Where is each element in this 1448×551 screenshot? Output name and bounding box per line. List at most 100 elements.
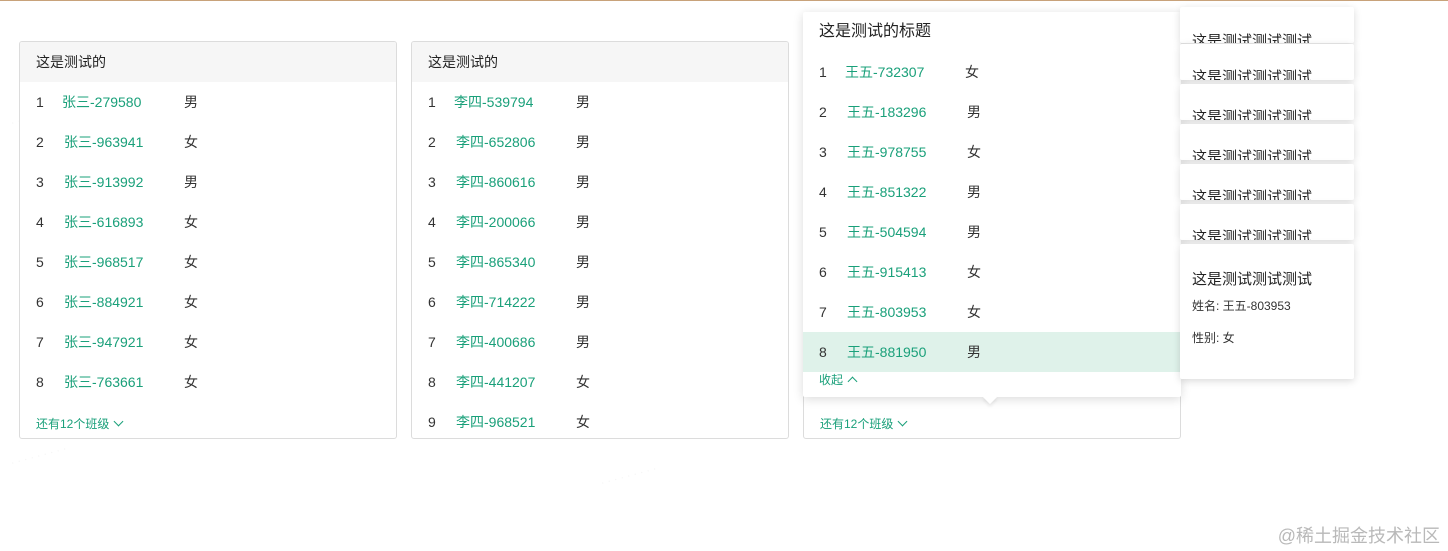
student-sex: 女 bbox=[184, 374, 198, 390]
student-name-link[interactable]: 张三-884921 bbox=[64, 282, 143, 322]
student-name-link[interactable]: 李四-968521 bbox=[456, 402, 535, 438]
card-title: 这是测试的 bbox=[20, 42, 396, 82]
student-name-link[interactable]: 李四-539794 bbox=[454, 82, 533, 122]
list-item: 3 王五-978755 女 bbox=[803, 132, 1181, 172]
student-sex: 女 bbox=[967, 144, 981, 160]
list-item: 6 张三-884921 女 bbox=[20, 282, 396, 322]
row-index: 4 bbox=[36, 214, 44, 230]
student-sex: 男 bbox=[576, 294, 590, 310]
student-name-link[interactable]: 王五-732307 bbox=[845, 52, 924, 92]
student-name-link[interactable]: 李四-441207 bbox=[456, 362, 535, 402]
tooltip-title: 这是测试测试测试 bbox=[1192, 69, 1313, 80]
student-name-link[interactable]: 王五-915413 bbox=[847, 252, 926, 292]
student-sex: 男 bbox=[967, 344, 981, 360]
row-index: 2 bbox=[428, 134, 436, 150]
list-item: 6 王五-915413 女 bbox=[803, 252, 1181, 292]
list-item: 6 李四-714222 男 bbox=[412, 282, 788, 322]
show-more-button[interactable]: 还有12个班级 bbox=[36, 415, 124, 432]
list-item: 3 李四-860616 男 bbox=[412, 162, 788, 202]
student-name-link[interactable]: 李四-714222 bbox=[456, 282, 535, 322]
row-index: 9 bbox=[428, 414, 436, 430]
student-name-link[interactable]: 李四-860616 bbox=[456, 162, 535, 202]
student-sex: 男 bbox=[576, 214, 590, 230]
chevron-down-icon bbox=[113, 416, 124, 427]
student-detail-tooltip: 这是测试测试测试 姓名: 王五-803953 性别: 女 bbox=[1180, 244, 1354, 379]
student-name-link[interactable]: 张三-279580 bbox=[62, 82, 141, 122]
tooltip-title: 这是测试测试测试 bbox=[1192, 229, 1313, 240]
tooltip-sex-line: 性别: 女 bbox=[1192, 331, 1235, 345]
student-sex: 男 bbox=[967, 104, 981, 120]
student-sex: 女 bbox=[184, 294, 198, 310]
student-sex: 男 bbox=[576, 94, 590, 110]
show-more-button[interactable]: 还有12个班级 bbox=[820, 415, 908, 432]
watermark: · · · · · · · · · bbox=[9, 443, 68, 469]
row-index: 6 bbox=[36, 294, 44, 310]
card-title: 这是测试的 bbox=[412, 42, 788, 82]
student-name-link[interactable]: 王五-978755 bbox=[847, 132, 926, 172]
row-index: 7 bbox=[428, 334, 436, 350]
list-item: 2 张三-963941 女 bbox=[20, 122, 396, 162]
student-sex: 男 bbox=[576, 174, 590, 190]
student-name-link[interactable]: 李四-400686 bbox=[456, 322, 535, 362]
student-sex: 女 bbox=[184, 334, 198, 350]
row-index: 6 bbox=[428, 294, 436, 310]
list-item: 4 王五-851322 男 bbox=[803, 172, 1181, 212]
list-item: 1 王五-732307 女 bbox=[803, 52, 1181, 92]
student-name-link[interactable]: 张三-763661 bbox=[64, 362, 143, 402]
student-sex: 男 bbox=[576, 334, 590, 350]
tooltip-stacked: 这是测试测试测试 bbox=[1180, 124, 1354, 160]
list-item: 9 李四-968521 女 bbox=[412, 402, 788, 438]
row-index: 1 bbox=[36, 94, 44, 110]
student-name-link[interactable]: 王五-504594 bbox=[847, 212, 926, 252]
student-sex: 男 bbox=[184, 94, 198, 110]
student-sex: 女 bbox=[184, 134, 198, 150]
tooltip-title: 这是测试测试测试 bbox=[1192, 33, 1313, 43]
list-item: 4 李四-200066 男 bbox=[412, 202, 788, 242]
row-index: 5 bbox=[819, 224, 827, 240]
student-name-link[interactable]: 李四-865340 bbox=[456, 242, 535, 282]
chevron-down-icon bbox=[897, 416, 908, 427]
row-index: 8 bbox=[428, 374, 436, 390]
tooltip-title: 这是测试测试测试 bbox=[1192, 271, 1313, 288]
tooltip-stacked: 这是测试测试测试 bbox=[1180, 7, 1354, 43]
list-item: 2 李四-652806 男 bbox=[412, 122, 788, 162]
row-index: 2 bbox=[819, 104, 827, 120]
student-name-link[interactable]: 张三-963941 bbox=[64, 122, 143, 162]
class-card-2: 这是测试的 1 李四-539794 男 2 李四-652806 男 3 李四-860616… bbox=[411, 41, 789, 439]
row-index: 7 bbox=[819, 304, 827, 320]
list-item: 5 王五-504594 男 bbox=[803, 212, 1181, 252]
student-name-link[interactable]: 张三-947921 bbox=[64, 322, 143, 362]
collapse-button[interactable]: 收起 bbox=[819, 371, 858, 388]
student-sex: 男 bbox=[967, 184, 981, 200]
collapse-label: 收起 bbox=[819, 373, 844, 387]
row-index: 6 bbox=[819, 264, 827, 280]
row-index: 1 bbox=[819, 64, 827, 80]
student-name-link[interactable]: 张三-616893 bbox=[64, 202, 143, 242]
student-sex: 女 bbox=[967, 264, 981, 280]
tooltip-title: 这是测试测试测试 bbox=[1192, 149, 1313, 160]
student-list: 1 张三-279580 男 2 张三-963941 女 3 张三-913992 男 4 张三-… bbox=[20, 82, 396, 402]
student-name-link[interactable]: 李四-200066 bbox=[456, 202, 535, 242]
list-item-hovered[interactable]: 8 王五-881950 男 bbox=[803, 332, 1181, 372]
student-name-link[interactable]: 张三-913992 bbox=[64, 162, 143, 202]
student-sex: 男 bbox=[576, 134, 590, 150]
list-item: 7 王五-803953 女 bbox=[803, 292, 1181, 332]
student-name-link[interactable]: 王五-183296 bbox=[847, 92, 926, 132]
show-more-label: 还有12个班级 bbox=[820, 417, 894, 431]
student-name-link[interactable]: 张三-968517 bbox=[64, 242, 143, 282]
list-item: 5 张三-968517 女 bbox=[20, 242, 396, 282]
student-list: 1 王五-732307 女 2 王五-183296 男 3 王五-978755 女 4 王五-… bbox=[803, 52, 1181, 372]
student-sex: 男 bbox=[184, 174, 198, 190]
expanded-class-popover: 这是测试的标题 1 王五-732307 女 2 王五-183296 男 3 王五-9787… bbox=[803, 12, 1181, 397]
student-name-link[interactable]: 李四-652806 bbox=[456, 122, 535, 162]
brand-watermark: @稀土掘金技术社区 bbox=[1277, 526, 1440, 546]
student-name-link[interactable]: 王五-881950 bbox=[847, 332, 926, 372]
student-name-link[interactable]: 王五-803953 bbox=[847, 292, 926, 332]
student-sex: 女 bbox=[576, 414, 590, 430]
student-name-link[interactable]: 王五-851322 bbox=[847, 172, 926, 212]
tooltip-title: 这是测试测试测试 bbox=[1192, 189, 1313, 200]
student-sex: 女 bbox=[967, 304, 981, 320]
row-index: 3 bbox=[428, 174, 436, 190]
row-index: 8 bbox=[819, 344, 827, 360]
class-card-1: 这是测试的 1 张三-279580 男 2 张三-963941 女 3 张三-913992… bbox=[19, 41, 397, 439]
